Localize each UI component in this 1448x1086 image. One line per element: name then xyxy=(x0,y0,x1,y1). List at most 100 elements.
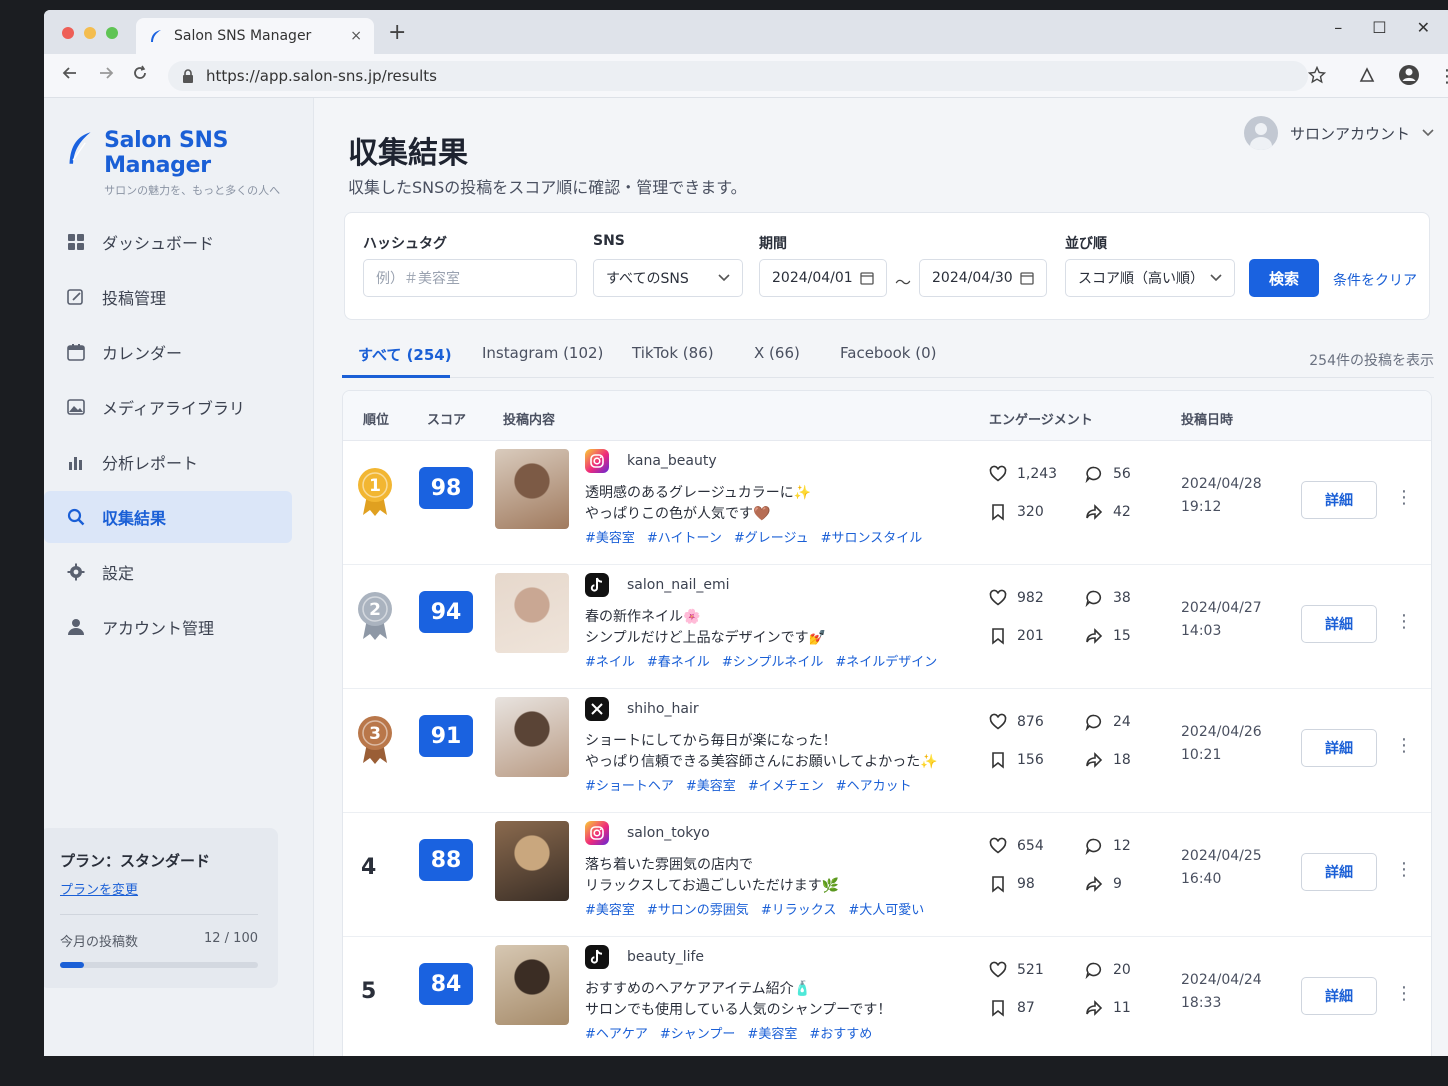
more-options-icon[interactable]: ⋮ xyxy=(1395,983,1413,1004)
hashtag-link[interactable]: #美容室 xyxy=(747,1027,797,1042)
post-username[interactable]: salon_nail_emi xyxy=(627,577,730,593)
hashtag-link[interactable]: #ヘアカット xyxy=(836,779,912,794)
hashtag-link[interactable]: #ヘアケア xyxy=(585,1027,648,1042)
tab-x[interactable]: X (66) xyxy=(754,344,800,362)
table-row[interactable]: 3 91 shiho_hair ショートにしてから毎日が楽になった！ やっぱり信… xyxy=(343,691,1431,813)
tab-instagram[interactable]: Instagram (102) xyxy=(482,344,603,362)
detail-button[interactable]: 詳細 xyxy=(1301,853,1377,891)
hashtag-input[interactable]: 例）＃美容室 xyxy=(363,259,577,297)
hashtag-link[interactable]: #美容室 xyxy=(686,779,736,794)
tab-tiktok[interactable]: TikTok (86) xyxy=(632,344,714,362)
hashtag-link[interactable]: #イメチェン xyxy=(748,779,824,794)
post-thumbnail[interactable] xyxy=(495,697,569,777)
shares-count: 9 xyxy=(1113,876,1122,892)
account-menu[interactable]: サロンアカウント xyxy=(1243,116,1434,150)
sidebar-item-settings[interactable]: 設定 xyxy=(44,546,314,598)
minimize-window-dot[interactable] xyxy=(84,27,96,39)
tab-all[interactable]: すべて (254) xyxy=(358,344,452,365)
hashtag-link[interactable]: #ハイトーン xyxy=(647,531,722,546)
extension-icon[interactable] xyxy=(1358,66,1376,84)
detail-button[interactable]: 詳細 xyxy=(1301,605,1377,643)
post-username[interactable]: beauty_life xyxy=(627,949,704,965)
forward-arrow-icon[interactable] xyxy=(98,65,114,81)
usage-value: 12 / 100 xyxy=(204,931,258,946)
clear-filters-link[interactable]: 条件をクリア xyxy=(1333,270,1417,290)
sidebar-item-media-library[interactable]: メディアライブラリ xyxy=(44,381,314,433)
sidebar-item-posts[interactable]: 投稿管理 xyxy=(44,271,314,323)
post-thumbnail[interactable] xyxy=(495,449,569,529)
comment-icon xyxy=(1085,838,1102,855)
detail-button[interactable]: 詳細 xyxy=(1301,977,1377,1015)
post-date: 2024/04/27 xyxy=(1181,600,1262,616)
more-options-icon[interactable]: ⋮ xyxy=(1395,735,1413,756)
post-username[interactable]: shiho_hair xyxy=(627,701,699,717)
sidebar-item-results[interactable]: 収集結果 xyxy=(44,491,292,543)
minimize-icon[interactable]: – xyxy=(1334,18,1342,37)
hashtag-link[interactable]: #美容室 xyxy=(585,531,635,546)
sidebar-item-account[interactable]: アカウント管理 xyxy=(44,601,314,653)
hashtag-link[interactable]: #おすすめ xyxy=(809,1027,872,1042)
close-tab-icon[interactable]: × xyxy=(350,28,362,44)
browser-tab[interactable]: Salon SNS Manager × xyxy=(136,18,374,54)
hashtag-link[interactable]: #春ネイル xyxy=(647,655,710,670)
table-row[interactable]: 5 84 beauty_life おすすめのヘアケアアイテム紹介🧴 サロンでも使… xyxy=(343,939,1431,1056)
post-thumbnail[interactable] xyxy=(495,945,569,1025)
sort-select[interactable]: スコア順（高い順） xyxy=(1065,259,1235,297)
search-button[interactable]: 検索 xyxy=(1249,259,1319,297)
post-thumbnail[interactable] xyxy=(495,821,569,901)
gear-icon xyxy=(66,562,86,582)
table-row[interactable]: 2 94 salon_nail_emi 春の新作ネイル🌸 シンプルだけど上品なデ… xyxy=(343,567,1431,689)
hashtag-link[interactable]: #サロンスタイル xyxy=(821,531,923,546)
saves-stat: 87 xyxy=(989,999,1035,1017)
likes-count: 521 xyxy=(1017,962,1044,978)
table-row[interactable]: 4 88 salon_tokyo 落ち着いた雰囲気の店内で リラックスしてお過ご… xyxy=(343,815,1431,937)
table-row[interactable]: 1 98 kana_beauty 透明感のあるグレージュカラーに✨ やっぱりこの… xyxy=(343,443,1431,565)
hashtag-link[interactable]: #ネイル xyxy=(585,655,635,670)
url-field[interactable]: https://app.salon-sns.jp/results xyxy=(168,61,1308,91)
brand-tagline: サロンの魅力を、もっと多くの人へ xyxy=(104,184,281,197)
hashtag-link[interactable]: #サロンの雰囲気 xyxy=(647,903,749,918)
detail-button[interactable]: 詳細 xyxy=(1301,729,1377,767)
post-thumbnail[interactable] xyxy=(495,573,569,653)
more-options-icon[interactable]: ⋮ xyxy=(1395,611,1413,632)
likes-count: 876 xyxy=(1017,714,1044,730)
sidebar-item-dashboard[interactable]: ダッシュボード xyxy=(44,216,314,268)
date-to-input[interactable]: 2024/04/30 xyxy=(919,259,1047,297)
hashtag-link[interactable]: #ネイルデザイン xyxy=(835,655,937,670)
hashtag-link[interactable]: #美容室 xyxy=(585,903,635,918)
change-plan-link[interactable]: プランを変更 xyxy=(60,879,258,898)
reload-icon[interactable] xyxy=(132,65,148,81)
date-from-input[interactable]: 2024/04/01 xyxy=(759,259,887,297)
more-options-icon[interactable]: ⋮ xyxy=(1395,487,1413,508)
hashtag-link[interactable]: #シャンプー xyxy=(660,1027,736,1042)
brand[interactable]: Salon SNS Manager サロンの魅力を、もっと多くの人へ xyxy=(66,128,313,198)
hashtag-link[interactable]: #大人可愛い xyxy=(848,903,924,918)
post-username[interactable]: kana_beauty xyxy=(627,453,717,469)
profile-icon[interactable] xyxy=(1398,64,1420,86)
tab-facebook[interactable]: Facebook (0) xyxy=(840,344,937,362)
hashtag-link[interactable]: #リラックス xyxy=(761,903,837,918)
back-arrow-icon[interactable] xyxy=(62,65,78,81)
hashtag-link[interactable]: #ショートヘア xyxy=(585,779,674,794)
sidebar-item-calendar[interactable]: カレンダー xyxy=(44,326,314,378)
hashtag-link[interactable]: #シンプルネイル xyxy=(722,655,824,670)
saves-stat: 201 xyxy=(989,627,1044,645)
heart-icon xyxy=(989,713,1007,730)
sidebar-item-analytics[interactable]: 分析レポート xyxy=(44,436,314,488)
close-window-dot[interactable] xyxy=(62,27,74,39)
detail-button[interactable]: 詳細 xyxy=(1301,481,1377,519)
post-text-line: 落ち着いた雰囲気の店内で xyxy=(585,857,753,873)
star-icon[interactable] xyxy=(1308,66,1326,84)
hashtag-link[interactable]: #グレージュ xyxy=(734,531,809,546)
post-username[interactable]: salon_tokyo xyxy=(627,825,710,841)
sns-select[interactable]: すべてのSNS xyxy=(593,259,743,297)
maximize-icon[interactable]: ☐ xyxy=(1372,18,1386,37)
sidebar-item-label: アカウント管理 xyxy=(102,619,215,638)
shares-count: 18 xyxy=(1113,752,1131,768)
browser-menu-icon[interactable]: ⋮ xyxy=(1438,66,1448,87)
maximize-window-dot[interactable] xyxy=(106,27,118,39)
new-tab-button[interactable]: + xyxy=(388,20,406,45)
more-options-icon[interactable]: ⋮ xyxy=(1395,859,1413,880)
close-icon[interactable]: ✕ xyxy=(1417,18,1430,37)
brand-name: Salon SNS Manager xyxy=(104,128,229,178)
